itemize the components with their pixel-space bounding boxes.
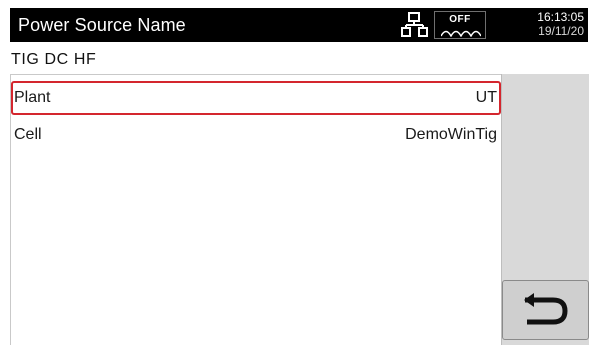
wave-icon xyxy=(441,30,481,37)
back-button[interactable] xyxy=(502,280,589,340)
page-title: Power Source Name xyxy=(18,15,186,35)
list-row-cell[interactable]: Cell DemoWinTig xyxy=(11,118,501,152)
row-label: Plant xyxy=(14,89,51,106)
clock-date: 19/11/20 xyxy=(538,24,584,38)
off-label: OFF xyxy=(449,14,471,25)
row-value: UT xyxy=(475,89,497,106)
row-value: DemoWinTig xyxy=(405,126,497,143)
clock-time: 16:13:05 xyxy=(537,10,584,24)
network-icon xyxy=(401,12,428,37)
list-row-plant[interactable]: Plant UT xyxy=(11,81,501,115)
header-bar: Power Source Name OFF 16:13:05 19/11/20 xyxy=(10,8,588,42)
clock: 16:13:05 19/11/20 xyxy=(491,10,584,38)
arc-off-icon: OFF xyxy=(434,11,486,39)
return-icon xyxy=(524,293,568,325)
row-label: Cell xyxy=(14,126,42,143)
process-label: TIG DC HF xyxy=(11,51,97,68)
settings-list: Plant UT Cell DemoWinTig xyxy=(10,74,501,345)
